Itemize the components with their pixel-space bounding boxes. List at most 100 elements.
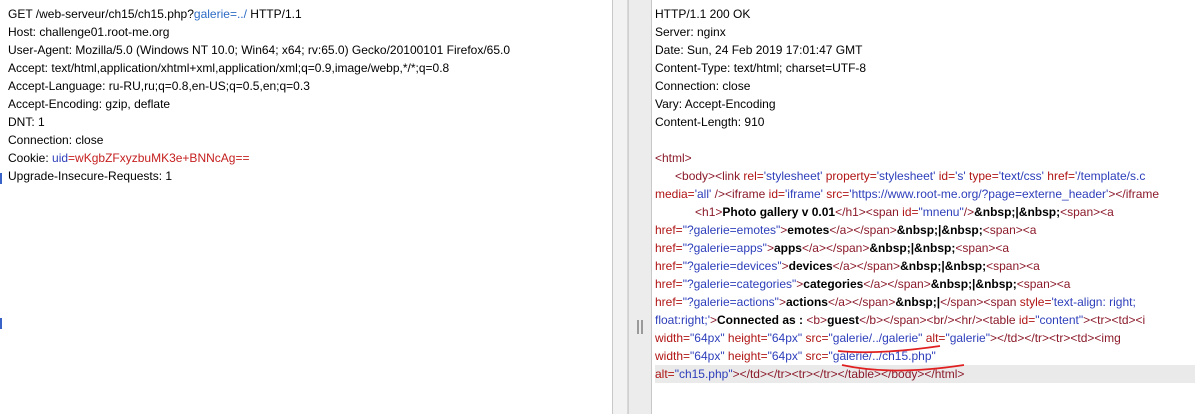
body-token: > [781,259,789,273]
body-token: </a></span> [863,277,931,291]
body-token: "?galerie=devices" [682,259,782,273]
body-token: </span><span [940,295,1020,309]
body-token: "mnenu" [918,205,964,219]
body-token: <span><a [1016,277,1071,291]
body-token: ></td></tr><tr></tr></table></body></htm… [732,367,965,381]
header-accept-encoding: Accept-Encoding: gzip, deflate [8,97,171,111]
response-header: Server: nginx [655,25,726,39]
body-token: href= [655,295,683,309]
splitter-grip-icon[interactable] [637,320,639,334]
body-token: src= [802,349,829,363]
body-token: emotes [787,223,830,237]
body-token: "?galerie=actions" [682,295,779,309]
body-token: src= [822,187,850,201]
response-body-line: href="?galerie=devices">devices</a></spa… [655,257,1195,275]
caret-marker [0,173,2,184]
response-body-line: href="?galerie=emotes">emotes</a></span>… [655,221,1195,239]
body-token: 'text-align: right; [1051,295,1136,309]
body-token: "galerie/../galerie" [828,331,923,345]
response-body-line: <html> [655,149,1195,167]
response-body-line: href="?galerie=apps">apps</a></span>&nbs… [655,239,1195,257]
body-token: </a></span> [832,259,901,273]
body-token: <html> [655,151,692,165]
body-token: href= [655,241,683,255]
body-token: id= [935,169,956,183]
body-token: apps [773,241,802,255]
body-token: '/template/s.c [1075,169,1146,183]
body-token: rel= [743,169,764,183]
pane-splitter[interactable] [628,0,652,414]
body-token: "galerie" [945,331,990,345]
body-token: </h1><span [835,205,903,219]
body-token [655,169,675,183]
request-line: GET /web-serveur/ch15/ch15.php?galerie=.… [8,7,302,21]
body-token: 'stylesheet' [763,169,823,183]
body-token: 's' [955,169,966,183]
body-token: > [778,295,786,309]
response-header: Date: Sun, 24 Feb 2019 17:01:47 GMT [655,43,863,57]
body-token: "content" [1035,313,1084,327]
body-token: 'stylesheet' [876,169,936,183]
body-token: "?galerie=categories" [682,277,797,291]
body-token: /><iframe [711,187,769,201]
body-token: "ch15.php" [674,367,733,381]
body-token: float:right;' [655,313,710,327]
body-token: href= [655,277,683,291]
response-body-line: <body><link rel='stylesheet' property='s… [655,167,1195,185]
response-header: Content-Type: text/html; charset=UTF-8 [655,61,867,75]
body-token: categories [803,277,864,291]
response-body-line: alt="ch15.php"></td></tr><tr></tr></tabl… [655,365,1195,383]
body-token: 'iframe' [785,187,823,201]
body-token: src= [802,331,829,345]
body-token: &nbsp;|&nbsp; [974,205,1061,219]
body-token: &nbsp;| [895,295,941,309]
body-token: <h1> [695,205,723,219]
body-token: height= [724,349,768,363]
body-token: href= [655,259,683,273]
body-token: width= [655,349,691,363]
body-token: <body> [675,169,716,183]
body-token: <link [715,169,744,183]
header-upgrade-insecure-requests: Upgrade-Insecure-Requests: 1 [8,169,173,183]
body-token: style= [1019,295,1052,309]
request-text: GET /web-serveur/ch15/ch15.php?galerie=.… [8,5,612,185]
response-body-line: float:right;'>Connected as : <b>guest</b… [655,311,1195,329]
body-token: > [709,313,717,327]
response-header: Connection: close [655,79,751,93]
body-token: &nbsp;|&nbsp; [930,277,1017,291]
header-cookie: Cookie: uid=wKgbZFxyzbuMK3e+BNNcAg== [8,151,250,165]
caret-marker [0,318,2,329]
body-token: alt= [655,367,675,381]
body-token: > [766,241,774,255]
body-token: devices [788,259,833,273]
request-scrollbar[interactable] [613,0,628,414]
body-token: id= [768,187,786,201]
body-token: alt= [922,331,946,345]
body-token: "64px" [690,349,725,363]
body-token: </a></span> [801,241,870,255]
response-header: Vary: Accept-Encoding [655,97,776,111]
response-viewer[interactable]: HTTP/1.1 200 OK Server: nginx Date: Sun,… [651,0,1195,414]
body-token: "galerie/../ch15.php" [828,349,936,363]
body-token: <span><a [955,241,1010,255]
response-body-line: href="?galerie=actions">actions</a></spa… [655,293,1195,311]
header-host: Host: challenge01.root-me.org [8,25,170,39]
body-token: </b></span><br/><hr/><table [859,313,1019,327]
body-token: Connected as : [717,313,807,327]
body-token: href= [1043,169,1075,183]
response-body-line: width="64px" height="64px" src="galerie/… [655,347,1195,365]
body-token: width= [655,331,691,345]
request-editor[interactable]: GET /web-serveur/ch15/ch15.php?galerie=.… [0,0,613,414]
body-token: /> [963,205,975,219]
body-token: ><tr><td><i [1083,313,1146,327]
body-token: "64px" [767,349,803,363]
body-token: 'https://www.root-me.org/?page=externe_h… [849,187,1109,201]
response-body-line: <h1>Photo gallery v 0.01</h1><span id="m… [655,203,1195,221]
body-token: id= [1018,313,1036,327]
body-token: "?galerie=emotes" [682,223,781,237]
body-token: &nbsp;|&nbsp; [900,259,987,273]
body-token: &nbsp;|&nbsp; [896,223,983,237]
body-token: href= [655,223,683,237]
response-body-line: href="?galerie=categories">categories</a… [655,275,1195,293]
body-token: "64px" [767,331,803,345]
